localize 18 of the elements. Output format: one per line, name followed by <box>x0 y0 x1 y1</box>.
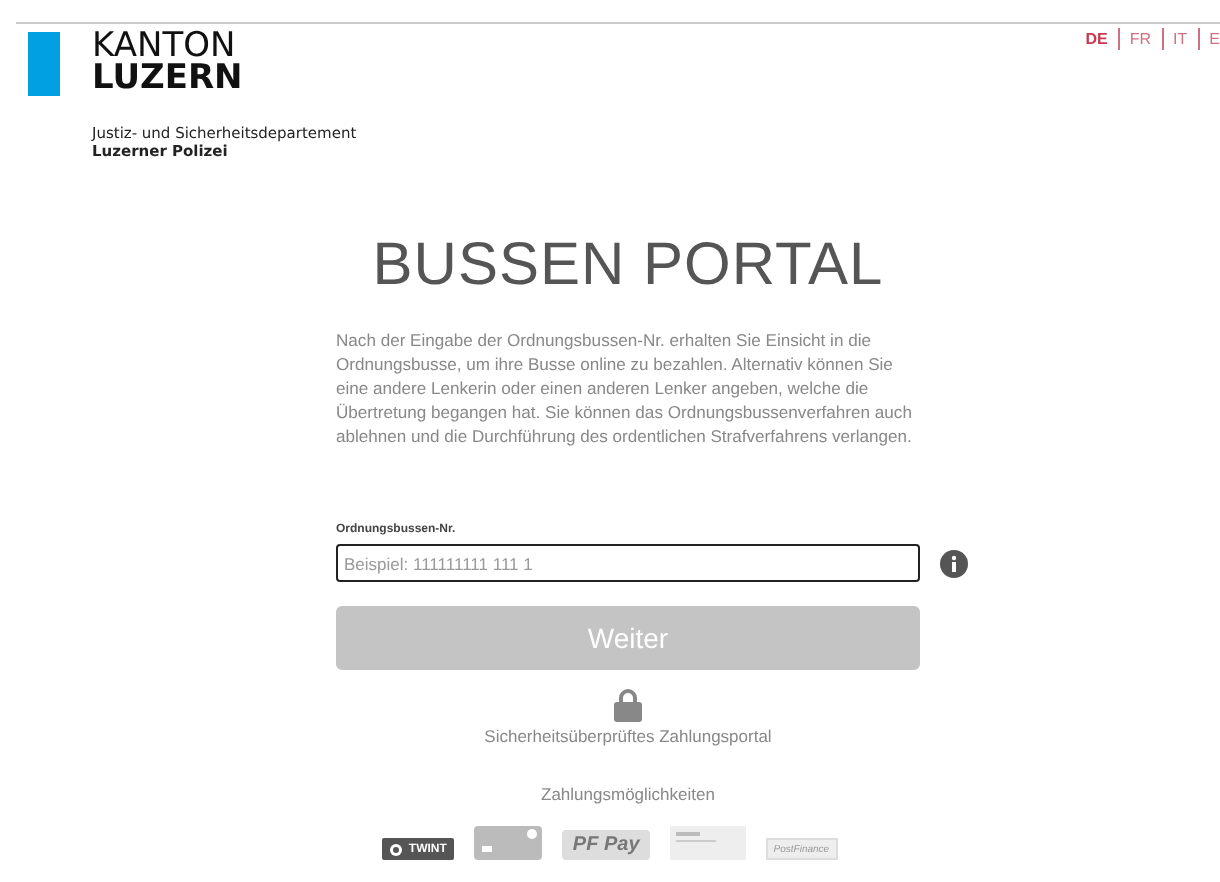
fine-number-field[interactable]: Beispiel: 111111111 111 1 <box>336 544 920 582</box>
logo-text: KANTON <box>92 30 236 62</box>
page-title: BUSSEN PORTAL <box>370 232 886 300</box>
language-link[interactable]: E <box>1199 28 1220 50</box>
logo-bar <box>28 32 60 96</box>
security-note: Sicherheitsüberprüftes Zahlungsportal <box>482 726 774 746</box>
payment-slip-drawing <box>669 826 746 860</box>
pf-pay-logo: PF Pay <box>562 830 650 860</box>
intro-text: Nach der Eingabe der Ordnungsbussen-Nr. erhalten Sie Einsicht in die Ordnungsbusse, um ihre Busse online zu bezahlen. Alternativ können Sie eine andere Lenkerin oder einen anderen Lenker angeben, welche die Übertretung begangen hat. Sie können das Ordnungsbussenverfahren auch ablehnen und die Durchführung des ordentlichen Strafverfahrens verlangen. <box>336 328 914 448</box>
language-link[interactable]: IT <box>1163 28 1200 50</box>
twint-icon <box>390 843 403 855</box>
payment-heading: Zahlungsmöglichkeiten <box>539 784 717 804</box>
logo-text: LUZERN <box>92 62 243 94</box>
language-link[interactable]: DE <box>1075 28 1120 50</box>
language-link[interactable]: FR <box>1119 28 1164 50</box>
card-logo <box>474 826 543 860</box>
info-icon[interactable] <box>940 549 968 577</box>
lock-icon <box>614 688 642 722</box>
